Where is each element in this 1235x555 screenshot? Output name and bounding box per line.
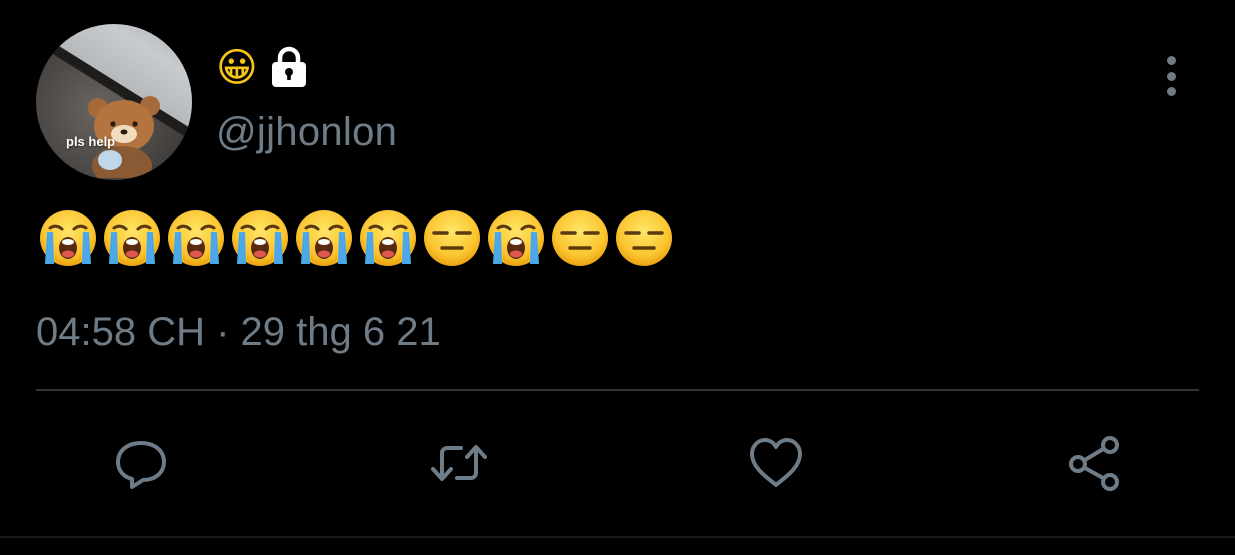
avatar[interactable]: pls help [36,24,192,180]
retweet-button[interactable] [426,430,492,496]
lock-icon [271,46,306,87]
loudly-crying-face-emoji [40,210,96,266]
like-button[interactable] [743,430,809,496]
avatar-bear-image [88,96,160,178]
tweet-text [38,206,674,270]
expressionless-face-emoji [552,210,608,266]
user-handle[interactable]: @jjhonlon [216,110,397,155]
tweet-timestamp[interactable]: 04:58 CH · 29 thg 6 21 [36,310,441,355]
loudly-crying-face-emoji [168,210,224,266]
divider [36,389,1199,391]
reply-icon [116,441,166,489]
loudly-crying-face-emoji [488,210,544,266]
display-name[interactable]: 😀 [216,44,312,92]
expressionless-face-emoji [424,210,480,266]
share-icon [1069,436,1119,491]
more-options-icon[interactable] [1156,54,1186,98]
loudly-crying-face-emoji [104,210,160,266]
avatar-caption: pls help [66,134,116,149]
share-button[interactable] [1061,430,1127,496]
grinning-face-emoji: 😀 [216,45,258,91]
retweet-icon [431,445,487,481]
loudly-crying-face-emoji [360,210,416,266]
expressionless-face-emoji [616,210,672,266]
reply-button[interactable] [108,430,174,496]
loudly-crying-face-emoji [232,210,288,266]
heart-icon [750,438,802,487]
tweet-actions-bar [0,430,1235,496]
bottom-divider [0,536,1235,538]
tweet-detail: pls help 😀 @jjhonlon 04:58 CH · 29 thg 6… [0,0,1235,555]
loudly-crying-face-emoji [296,210,352,266]
